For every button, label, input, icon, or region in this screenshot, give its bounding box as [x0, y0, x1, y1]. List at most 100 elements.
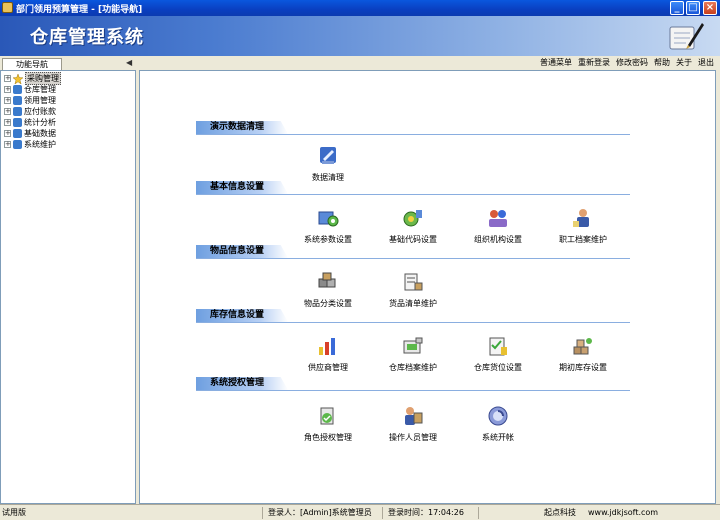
module-label: 物品分类设置: [304, 299, 352, 308]
module-system-open[interactable]: 系统开帐: [458, 405, 538, 442]
expand-icon[interactable]: +: [4, 75, 11, 82]
section-title: 演示数据清理: [196, 121, 289, 134]
system-title: 仓库管理系统: [30, 27, 144, 48]
module-label: 角色授权管理: [304, 433, 352, 442]
website: www.jdkjsoft.com: [588, 508, 659, 517]
expand-icon[interactable]: +: [4, 141, 11, 148]
minimize-button[interactable]: _: [670, 1, 684, 15]
app-icon: [2, 2, 13, 13]
tree-item-purchase[interactable]: + 采购管理: [4, 72, 61, 85]
item-category-icon: [318, 272, 336, 288]
module-item-category[interactable]: 物品分类设置: [288, 271, 368, 308]
role-auth-icon: [320, 407, 334, 425]
login-time: 登录时间：17:04:26: [388, 508, 464, 517]
module-data-clean[interactable]: 数据清理: [288, 145, 368, 182]
section-title: 物品信息设置: [196, 245, 289, 258]
tab-function-nav[interactable]: 功能导航: [2, 58, 62, 70]
warehouse-icon: [403, 337, 423, 354]
tree-label: 领用管理: [24, 96, 56, 105]
menu-normal[interactable]: 普通菜单: [540, 57, 572, 68]
module-label: 系统开帐: [482, 433, 514, 442]
module-label: 系统参数设置: [304, 235, 352, 244]
module-label: 仓库货位设置: [474, 363, 522, 372]
tree-label: 系统维护: [24, 140, 56, 149]
tree-label: 仓库管理: [24, 85, 56, 94]
system-open-icon: [488, 406, 508, 426]
module-label: 操作人员管理: [389, 433, 437, 442]
org-icon: [489, 210, 507, 227]
section-header: 系统授权管理: [196, 377, 630, 391]
module-warehouse-archive[interactable]: 仓库档案维护: [373, 335, 453, 372]
tree-label: 应付账款: [24, 107, 56, 116]
collapse-panel-icon[interactable]: ◀: [126, 58, 132, 67]
menu-relogin[interactable]: 重新登录: [578, 57, 610, 68]
supplier-icon: [319, 338, 335, 355]
status-bar: 试用版 登录人：[Admin]系统管理员 登录时间：17:04:26 起点科技 …: [0, 504, 720, 520]
section-title: 系统授权管理: [196, 377, 289, 390]
expand-icon[interactable]: +: [4, 97, 11, 104]
tree-label: 基础数据: [24, 129, 56, 138]
opening-stock-icon: [573, 338, 592, 355]
module-system-params[interactable]: 系统参数设置: [288, 207, 368, 244]
section-title: 库存信息设置: [196, 309, 289, 322]
module-label: 期初库存设置: [559, 363, 607, 372]
status-separator: [262, 507, 263, 519]
menu-help[interactable]: 帮助: [654, 57, 670, 68]
module-role-auth[interactable]: 角色授权管理: [288, 405, 368, 442]
folder-icon: [13, 85, 22, 94]
module-label: 货品清单维护: [389, 299, 437, 308]
module-goods-list[interactable]: 货品清单维护: [373, 271, 453, 308]
folder-icon: [13, 118, 22, 127]
module-label: 仓库档案维护: [389, 363, 437, 372]
goods-list-icon: [404, 273, 423, 291]
section-divider: [196, 390, 630, 391]
folder-icon: [13, 96, 22, 105]
section-divider: [196, 258, 630, 259]
company-name: 起点科技: [544, 508, 576, 517]
operator-icon: [405, 407, 423, 425]
module-label: 基础代码设置: [389, 235, 437, 244]
menu-exit[interactable]: 退出: [698, 57, 714, 68]
section-header: 物品信息设置: [196, 245, 630, 259]
tree-item-warehouse[interactable]: + 仓库管理: [4, 84, 56, 95]
module-label: 供应商管理: [308, 363, 348, 372]
expand-icon[interactable]: +: [4, 86, 11, 93]
module-org[interactable]: 组织机构设置: [458, 207, 538, 244]
login-user: 登录人：[Admin]系统管理员: [268, 508, 372, 517]
section-header: 库存信息设置: [196, 309, 630, 323]
top-menu: 普通菜单 重新登录 修改密码 帮助 关于 退出: [540, 57, 714, 68]
status-separator: [382, 507, 383, 519]
expand-icon[interactable]: +: [4, 108, 11, 115]
right-edge: [716, 70, 720, 504]
maximize-button[interactable]: □: [686, 1, 700, 15]
expand-icon[interactable]: +: [4, 119, 11, 126]
pen-notebook-icon: [669, 23, 704, 50]
module-opening-stock[interactable]: 期初库存设置: [543, 335, 623, 372]
section-divider: [196, 134, 630, 135]
navigation-tree: + 采购管理 + 仓库管理 + 领用管理 + 应付账款 + 统计分析 + 基础数…: [0, 70, 136, 504]
expand-icon[interactable]: +: [4, 130, 11, 137]
tree-item-system-maintenance[interactable]: + 系统维护: [4, 139, 56, 150]
menu-change-password[interactable]: 修改密码: [616, 57, 648, 68]
star-icon: [13, 73, 23, 84]
section-title: 基本信息设置: [196, 181, 289, 194]
close-button[interactable]: ×: [703, 1, 717, 15]
module-employee[interactable]: 职工档案维护: [543, 207, 623, 244]
module-supplier[interactable]: 供应商管理: [288, 335, 368, 372]
main-content: 演示数据清理 数据清理 基本信息设置 系统参数设置 基础代码设置 组织机构设置 …: [139, 70, 716, 504]
status-separator: [478, 507, 479, 519]
section-divider: [196, 194, 630, 195]
module-storage-location[interactable]: 仓库货位设置: [458, 335, 538, 372]
storage-location-icon: [489, 337, 507, 356]
tree-item-base-data[interactable]: + 基础数据: [4, 128, 56, 139]
menu-about[interactable]: 关于: [676, 57, 692, 68]
module-base-code[interactable]: 基础代码设置: [373, 207, 453, 244]
system-params-icon: [318, 211, 339, 227]
base-code-icon: [403, 210, 422, 227]
section-divider: [196, 322, 630, 323]
tree-item-payables[interactable]: + 应付账款: [4, 106, 56, 117]
module-operator[interactable]: 操作人员管理: [373, 405, 453, 442]
tree-item-statistics[interactable]: + 统计分析: [4, 117, 56, 128]
tree-label: 统计分析: [24, 118, 56, 127]
tree-item-requisition[interactable]: + 领用管理: [4, 95, 56, 106]
